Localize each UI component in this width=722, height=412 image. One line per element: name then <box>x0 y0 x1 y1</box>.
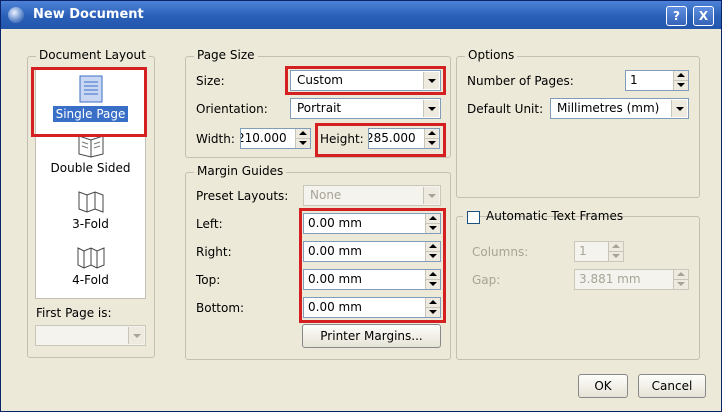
printer-margins-button[interactable]: Printer Margins... <box>302 324 441 348</box>
decrement-arrow-icon[interactable] <box>296 139 310 148</box>
layout-item-label: 4-Fold <box>72 273 109 287</box>
help-button[interactable]: ? <box>666 6 687 26</box>
margin-guides-legend: Margin Guides <box>194 164 287 178</box>
right-margin-label: Right: <box>196 245 232 259</box>
text-frames-label[interactable]: Automatic Text Frames <box>486 209 623 223</box>
size-label: Size: <box>196 74 225 88</box>
first-page-select <box>35 325 146 346</box>
preset-layouts-label: Preset Layouts: <box>196 189 289 203</box>
columns-label: Columns: <box>472 245 529 259</box>
preset-layouts-value: None <box>310 188 342 202</box>
increment-arrow-icon <box>609 242 623 252</box>
chevron-down-icon <box>423 187 439 204</box>
gap-label: Gap: <box>472 273 501 287</box>
first-page-label: First Page is: <box>36 306 112 320</box>
orientation-value: Portrait <box>297 101 342 115</box>
layout-item-four-fold[interactable]: 4-Fold <box>36 244 145 287</box>
decrement-arrow-icon[interactable] <box>674 81 688 90</box>
number-of-pages-spinbox[interactable]: 1 <box>625 70 689 91</box>
columns-value: 1 <box>579 244 587 258</box>
gap-spinbox: 3.881 mm <box>574 269 689 290</box>
width-spinbox[interactable]: 210.000 <box>240 128 311 149</box>
number-of-pages-label: Number of Pages: <box>467 74 574 88</box>
close-button[interactable]: X <box>693 6 714 26</box>
width-value[interactable]: 210.000 <box>241 131 287 145</box>
text-frames-checkbox[interactable] <box>467 211 480 224</box>
width-label: Width: <box>196 132 235 146</box>
top-margin-label: Top: <box>196 273 221 287</box>
four-fold-icon <box>77 247 104 269</box>
page-size-legend: Page Size <box>194 48 258 62</box>
ok-button[interactable]: OK <box>578 374 628 398</box>
orientation-label: Orientation: <box>196 102 268 116</box>
size-highlight <box>285 66 446 95</box>
title-bar[interactable]: New Document ? X <box>1 1 721 29</box>
default-unit-label: Default Unit: <box>467 102 544 116</box>
default-unit-select[interactable]: Millimetres (mm) <box>550 98 689 119</box>
chevron-down-icon[interactable] <box>671 100 687 117</box>
three-fold-icon <box>78 191 103 213</box>
single-page-highlight <box>31 67 147 137</box>
margins-highlight <box>299 208 446 323</box>
bottom-margin-label: Bottom: <box>196 301 245 315</box>
increment-arrow-icon <box>674 270 688 280</box>
default-unit-value: Millimetres (mm) <box>557 101 660 115</box>
cancel-button[interactable]: Cancel <box>638 374 706 398</box>
increment-arrow-icon[interactable] <box>674 71 688 81</box>
left-margin-label: Left: <box>196 217 223 231</box>
decrement-arrow-icon <box>609 252 623 261</box>
number-of-pages-value[interactable]: 1 <box>630 73 638 87</box>
layout-item-three-fold[interactable]: 3-Fold <box>36 188 145 231</box>
layout-item-label: 3-Fold <box>72 217 109 231</box>
text-frames-toggle[interactable]: Automatic Text Frames <box>463 208 623 226</box>
height-highlight <box>315 123 446 157</box>
chevron-down-icon <box>128 327 144 344</box>
preset-layouts-select: None <box>303 185 441 206</box>
document-layout-legend: Document Layout <box>36 48 149 62</box>
new-document-dialog: New Document ? X Document Layout Single … <box>0 0 722 412</box>
orientation-select[interactable]: Portrait <box>290 98 441 119</box>
layout-item-label: Double Sided <box>50 161 131 175</box>
columns-spinbox: 1 <box>574 241 624 262</box>
chevron-down-icon[interactable] <box>423 100 439 117</box>
options-legend: Options <box>465 48 518 62</box>
layout-item-double-sided[interactable]: Double Sided <box>36 132 145 175</box>
app-icon <box>8 7 24 23</box>
increment-arrow-icon[interactable] <box>296 129 310 139</box>
decrement-arrow-icon <box>674 280 688 289</box>
window-title: New Document <box>33 7 144 22</box>
gap-value: 3.881 mm <box>579 272 641 286</box>
